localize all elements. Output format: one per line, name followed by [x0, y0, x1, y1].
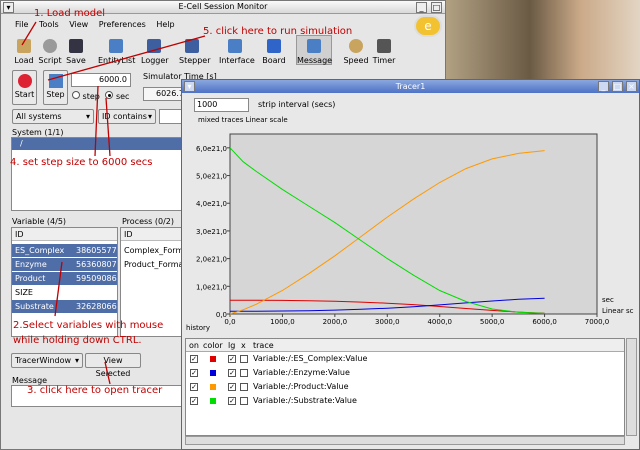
annotation-run-simulation: 5. click here to run simulation [203, 26, 353, 37]
annotation-step-size: 4. set step size to 6000 secs [10, 157, 153, 168]
arrow-variables [54, 261, 63, 317]
annotation-ctrl: while holding down CTRL. [13, 335, 142, 346]
arrow-load [21, 21, 37, 46]
annotation-arrows [21, 21, 206, 385]
annotation-open-tracer: 3. click here to open tracer [27, 385, 163, 396]
arrow-view-selected [104, 361, 111, 385]
annotation-load-model: 1. Load model [34, 8, 106, 19]
annotation-select-variables: 2.Select variables with mouse [13, 320, 164, 331]
arrow-sec-radio [105, 97, 111, 157]
arrow-start [47, 35, 206, 81]
arrow-step-size [94, 85, 99, 157]
